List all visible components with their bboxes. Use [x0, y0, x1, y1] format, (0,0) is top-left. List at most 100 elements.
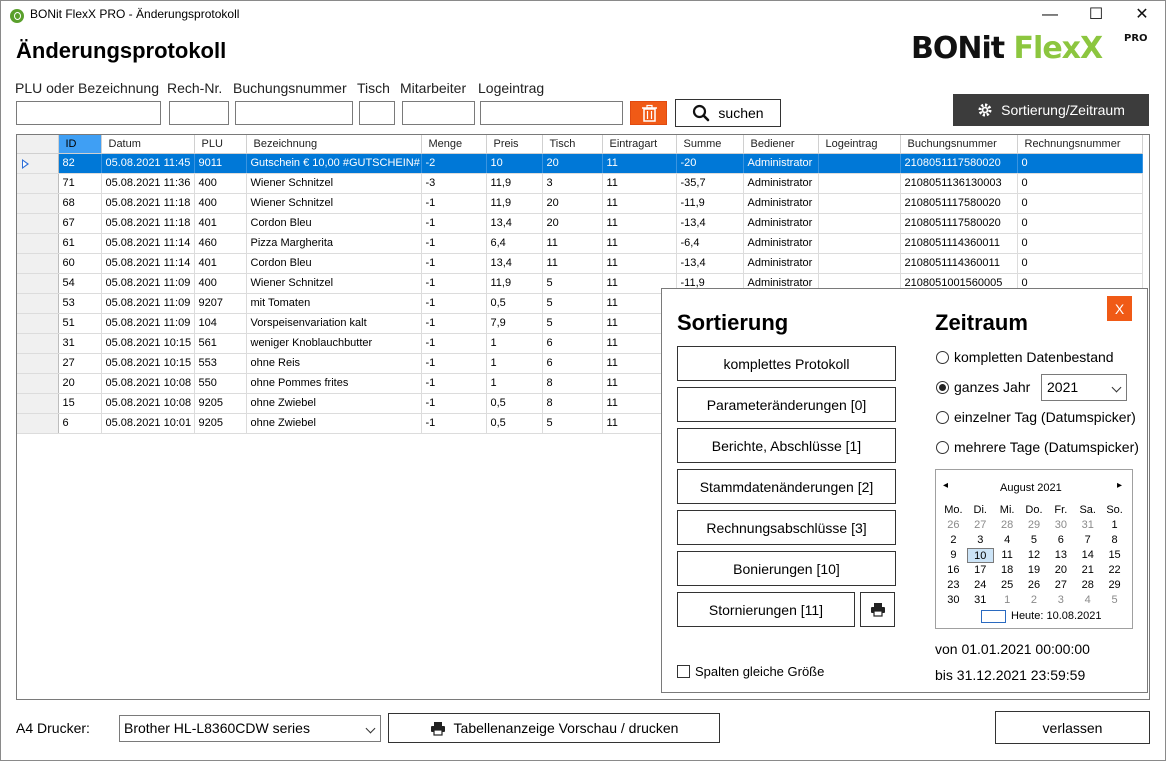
- cell-plu[interactable]: 400: [194, 173, 247, 194]
- cell-id[interactable]: 53: [58, 293, 102, 314]
- cell-preis[interactable]: 10: [486, 153, 543, 174]
- cell-datum[interactable]: 05.08.2021 11:09: [101, 293, 195, 314]
- row-selector[interactable]: [17, 233, 59, 254]
- calendar-day[interactable]: 15: [1101, 548, 1128, 563]
- cell-tisch[interactable]: 5: [542, 273, 603, 294]
- row-selector[interactable]: [17, 373, 59, 394]
- cell-tisch[interactable]: 6: [542, 353, 603, 374]
- cell-tisch[interactable]: 11: [542, 253, 603, 274]
- parameter-changes-button[interactable]: Parameteränderungen [0]: [677, 387, 896, 422]
- cell-rechnungsnummer[interactable]: 0: [1017, 253, 1143, 274]
- cell-rechnungsnummer[interactable]: 0: [1017, 173, 1143, 194]
- cell-summe[interactable]: -20: [676, 153, 744, 174]
- cell-plu[interactable]: 9207: [194, 293, 247, 314]
- cell-id[interactable]: 67: [58, 213, 102, 234]
- column-header-logeintrag[interactable]: Logeintrag: [818, 135, 901, 154]
- calendar-day[interactable]: 5: [1021, 533, 1048, 548]
- cell-preis[interactable]: 11,9: [486, 173, 543, 194]
- bookings-button[interactable]: Bonierungen [10]: [677, 551, 896, 586]
- radio-day-circle[interactable]: [936, 410, 949, 424]
- row-selector[interactable]: [17, 173, 59, 194]
- cell-bediener[interactable]: Administrator: [743, 173, 819, 194]
- close-window-button[interactable]: ✕: [1119, 0, 1165, 30]
- row-selector[interactable]: [17, 153, 59, 174]
- calendar-day[interactable]: 2: [940, 533, 967, 548]
- calendar-day[interactable]: 4: [1074, 593, 1101, 608]
- calendar-day[interactable]: 31: [967, 593, 994, 608]
- cell-menge[interactable]: -1: [421, 193, 487, 214]
- row-selector[interactable]: [17, 413, 59, 434]
- cell-menge[interactable]: -1: [421, 393, 487, 414]
- minimize-button[interactable]: —: [1027, 0, 1073, 30]
- cell-tisch[interactable]: 8: [542, 393, 603, 414]
- logeintrag-input[interactable]: [480, 101, 623, 125]
- row-selector[interactable]: [17, 273, 59, 294]
- calendar-day[interactable]: 5: [1101, 593, 1128, 608]
- radio-full-circle[interactable]: [936, 350, 949, 364]
- calendar-day[interactable]: 6: [1047, 533, 1074, 548]
- cell-datum[interactable]: 05.08.2021 11:14: [101, 253, 195, 274]
- rech-input[interactable]: [169, 101, 229, 125]
- calendar-day[interactable]: 29: [1101, 578, 1128, 593]
- cell-buchungsnummer[interactable]: 2108051136130003: [900, 173, 1018, 194]
- radio-full-dataset[interactable]: kompletten Datenbestand: [936, 349, 1114, 365]
- cell-id[interactable]: 27: [58, 353, 102, 374]
- cell-plu[interactable]: 400: [194, 193, 247, 214]
- radio-multiple-days[interactable]: mehrere Tage (Datumspicker): [936, 439, 1139, 455]
- master-data-button[interactable]: Stammdatenänderungen [2]: [677, 469, 896, 504]
- cell-bediener[interactable]: Administrator: [743, 253, 819, 274]
- mitarbeiter-input[interactable]: [402, 101, 475, 125]
- print-panel-button[interactable]: [860, 592, 895, 627]
- column-header-tisch[interactable]: Tisch: [542, 135, 603, 154]
- calendar-day[interactable]: 26: [1021, 578, 1048, 593]
- calendar-day[interactable]: 21: [1074, 563, 1101, 578]
- cell-menge[interactable]: -1: [421, 293, 487, 314]
- column-header-plu[interactable]: PLU: [194, 135, 247, 154]
- row-selector[interactable]: [17, 213, 59, 234]
- cell-tisch[interactable]: 5: [542, 413, 603, 434]
- cell-preis[interactable]: 1: [486, 333, 543, 354]
- cell-rechnungsnummer[interactable]: 0: [1017, 233, 1143, 254]
- calendar-day[interactable]: 3: [967, 533, 994, 548]
- cell-preis[interactable]: 13,4: [486, 253, 543, 274]
- year-select[interactable]: 2021: [1041, 374, 1127, 401]
- cell-logeintrag[interactable]: [818, 153, 901, 174]
- cell-bezeichnung[interactable]: Gutschein € 10,00 #GUTSCHEIN#: [246, 153, 422, 174]
- calendar-day[interactable]: 25: [994, 578, 1021, 593]
- cell-menge[interactable]: -1: [421, 373, 487, 394]
- maximize-button[interactable]: ☐: [1073, 0, 1119, 30]
- cell-preis[interactable]: 1: [486, 353, 543, 374]
- cell-id[interactable]: 82: [58, 153, 102, 174]
- calendar-day[interactable]: 3: [1047, 593, 1074, 608]
- cell-eintragart[interactable]: 11: [602, 233, 677, 254]
- cell-rechnungsnummer[interactable]: 0: [1017, 153, 1143, 174]
- calendar-day[interactable]: 19: [1021, 563, 1048, 578]
- cell-bezeichnung[interactable]: mit Tomaten: [246, 293, 422, 314]
- plu-input[interactable]: [16, 101, 161, 125]
- cancellations-button[interactable]: Stornierungen [11]: [677, 592, 855, 627]
- cell-summe[interactable]: -35,7: [676, 173, 744, 194]
- cell-plu[interactable]: 561: [194, 333, 247, 354]
- calendar-day[interactable]: 11: [994, 548, 1021, 563]
- cell-plu[interactable]: 460: [194, 233, 247, 254]
- cell-bezeichnung[interactable]: Cordon Bleu: [246, 253, 422, 274]
- cell-eintragart[interactable]: 11: [602, 173, 677, 194]
- column-header-eintragart[interactable]: Eintragart: [602, 135, 677, 154]
- cell-bediener[interactable]: Administrator: [743, 193, 819, 214]
- calendar-day[interactable]: 9: [940, 548, 967, 563]
- cell-id[interactable]: 54: [58, 273, 102, 294]
- cell-rechnungsnummer[interactable]: 0: [1017, 193, 1143, 214]
- calendar-day[interactable]: 14: [1074, 548, 1101, 563]
- cell-tisch[interactable]: 5: [542, 293, 603, 314]
- cell-bezeichnung[interactable]: ohne Zwiebel: [246, 413, 422, 434]
- cell-bezeichnung[interactable]: Wiener Schnitzel: [246, 193, 422, 214]
- search-button[interactable]: suchen: [675, 99, 781, 127]
- cell-tisch[interactable]: 6: [542, 333, 603, 354]
- column-header-preis[interactable]: Preis: [486, 135, 543, 154]
- row-selector[interactable]: [17, 253, 59, 274]
- radio-days-circle[interactable]: [936, 440, 949, 454]
- cell-datum[interactable]: 05.08.2021 10:01: [101, 413, 195, 434]
- cell-bezeichnung[interactable]: Wiener Schnitzel: [246, 273, 422, 294]
- calendar-day[interactable]: 16: [940, 563, 967, 578]
- cell-eintragart[interactable]: 11: [602, 153, 677, 174]
